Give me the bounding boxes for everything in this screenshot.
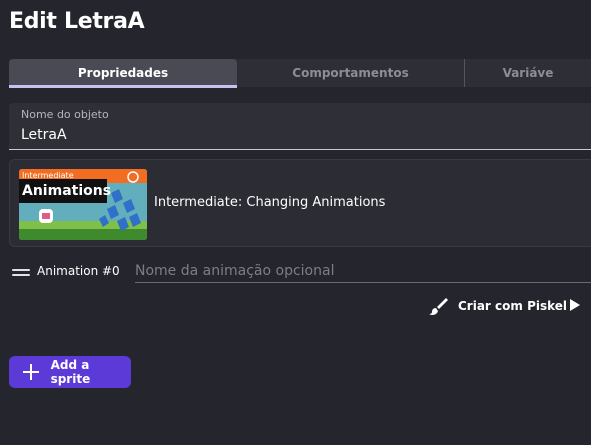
piskel-label: Criar com Piskel <box>458 299 568 313</box>
object-name-label: Nome do objeto <box>21 108 109 121</box>
plus-icon <box>23 364 39 380</box>
tutorial-card[interactable]: Intermediate Animations Intermediate: Ch… <box>9 159 591 247</box>
object-name-field[interactable]: Nome do objeto LetraA <box>9 103 591 150</box>
thumbnail-top-text: Intermediate <box>22 171 74 180</box>
tab-bar: Propriedades Comportamentos Variáve <box>9 59 591 88</box>
add-sprite-button[interactable]: Add a sprite <box>9 356 131 388</box>
thumbnail-main-text: Animations <box>22 183 112 199</box>
animation-row: Animation #0 <box>0 260 591 284</box>
page-title: Edit LetraA <box>9 9 145 34</box>
add-sprite-label: Add a sprite <box>50 358 91 386</box>
drag-handle-icon[interactable] <box>12 269 30 277</box>
tutorial-title: Intermediate: Changing Animations <box>154 195 386 210</box>
animation-label: Animation #0 <box>37 264 120 278</box>
tab-propriedades[interactable]: Propriedades <box>9 59 237 88</box>
tutorial-thumbnail: Intermediate Animations <box>19 169 147 240</box>
brush-icon <box>429 298 448 315</box>
tab-comportamentos[interactable]: Comportamentos <box>237 59 465 87</box>
piskel-button[interactable]: Criar com Piskel <box>428 296 567 316</box>
tab-variaveis[interactable]: Variáve <box>465 59 591 87</box>
play-icon[interactable] <box>569 298 581 312</box>
object-name-input[interactable]: LetraA <box>21 127 67 143</box>
animation-name-input[interactable] <box>135 260 591 283</box>
